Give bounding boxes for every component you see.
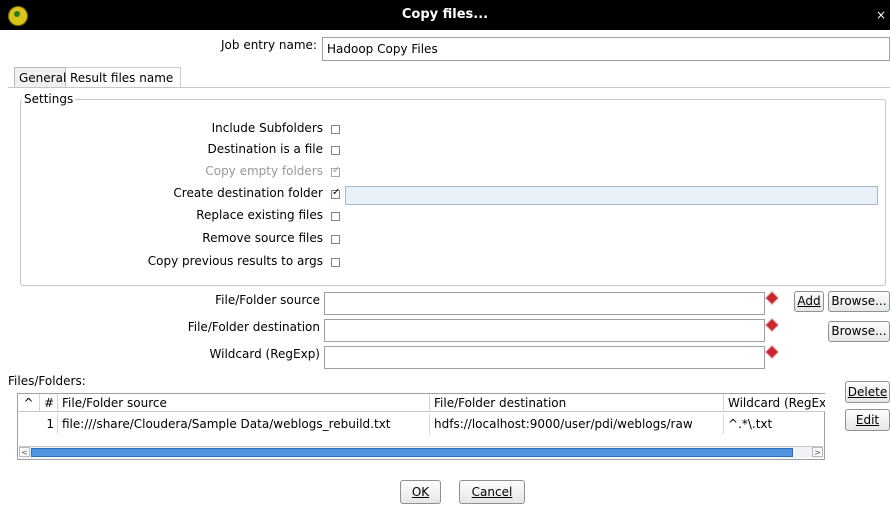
- ok-button[interactable]: OK: [400, 480, 441, 504]
- row-number-cell: 1: [40, 414, 58, 434]
- wildcard-label: Wildcard (RegExp): [209, 347, 320, 361]
- cancel-button-label: Cancel: [471, 485, 513, 499]
- job-entry-name-input[interactable]: [323, 38, 889, 60]
- scroll-right-icon[interactable]: >: [812, 447, 823, 457]
- scroll-left-icon[interactable]: <: [19, 447, 30, 457]
- window-title: Copy files...: [401, 7, 489, 22]
- title-bar: Copy files... ×: [0, 0, 890, 30]
- required-marker-icon: [766, 346, 778, 358]
- close-icon[interactable]: ×: [876, 0, 886, 30]
- include-subfolders-label: Include Subfolders: [211, 121, 323, 135]
- job-entry-name-label: Job entry name:: [221, 38, 317, 52]
- source-column-header[interactable]: File/Folder source: [58, 394, 430, 412]
- row-number-column-header[interactable]: #: [40, 394, 58, 412]
- file-folder-source-label: File/Folder source: [215, 293, 320, 307]
- copy-previous-results-label: Copy previous results to args: [147, 254, 323, 268]
- edit-button-label: Edit: [855, 413, 880, 427]
- wildcard-column-header[interactable]: Wildcard (RegExp): [724, 394, 825, 412]
- wildcard-field[interactable]: [324, 346, 765, 369]
- include-subfolders-checkbox[interactable]: [331, 125, 340, 134]
- remove-source-files-checkbox[interactable]: [331, 235, 340, 244]
- settings-group-label: Settings: [22, 92, 76, 106]
- scroll-thumb[interactable]: [31, 448, 793, 457]
- file-folder-destination-label: File/Folder destination: [187, 320, 320, 334]
- replace-existing-files-checkbox[interactable]: [331, 212, 340, 221]
- edit-button[interactable]: Edit: [845, 409, 890, 431]
- ok-button-label: OK: [411, 485, 430, 499]
- browse-destination-button[interactable]: Browse...: [828, 321, 890, 342]
- copy-previous-results-checkbox[interactable]: [331, 258, 340, 267]
- tab-result-files-name[interactable]: Result files name: [66, 67, 181, 87]
- add-button[interactable]: Add: [794, 291, 824, 312]
- destination-column-header[interactable]: File/Folder destination: [430, 394, 724, 412]
- destination-cell[interactable]: hdfs://localhost:9000/user/pdi/weblogs/r…: [430, 414, 724, 434]
- remove-source-files-label: Remove source files: [202, 231, 323, 245]
- files-folders-label: Files/Folders:: [8, 374, 86, 388]
- horizontal-scrollbar[interactable]: < >: [19, 446, 823, 458]
- required-marker-icon: [766, 292, 778, 304]
- wildcard-cell[interactable]: ^.*\.txt: [724, 414, 825, 434]
- cancel-button[interactable]: Cancel: [459, 480, 525, 504]
- required-marker-icon: [766, 319, 778, 331]
- copy-empty-folders-checkbox: [331, 165, 340, 177]
- file-folder-source-field[interactable]: [324, 292, 765, 315]
- delete-button[interactable]: Delete: [845, 381, 890, 403]
- destination-folder-field[interactable]: [345, 186, 878, 205]
- tab-general[interactable]: General: [14, 67, 66, 87]
- file-folder-destination-input[interactable]: [325, 320, 764, 341]
- job-entry-name-field[interactable]: [322, 37, 890, 61]
- file-folder-destination-field[interactable]: [324, 319, 765, 342]
- browse-source-button[interactable]: Browse...: [828, 291, 890, 312]
- source-cell[interactable]: file:///share/Cloudera/Sample Data/weblo…: [58, 414, 430, 434]
- destination-is-file-label: Destination is a file: [207, 142, 323, 156]
- create-destination-folder-label: Create destination folder: [173, 186, 323, 200]
- copy-empty-folders-label: Copy empty folders: [205, 164, 323, 178]
- destination-is-file-checkbox[interactable]: [331, 146, 340, 155]
- replace-existing-files-label: Replace existing files: [196, 208, 323, 222]
- delete-button-label: Delete: [847, 385, 888, 399]
- add-button-label: Add: [797, 294, 821, 308]
- sort-column-header[interactable]: ^: [18, 394, 40, 412]
- wildcard-input[interactable]: [325, 347, 764, 368]
- file-folder-source-input[interactable]: [325, 293, 764, 314]
- files-folders-table: ^ # File/Folder source File/Folder desti…: [17, 393, 825, 460]
- create-destination-folder-checkbox[interactable]: [331, 187, 340, 199]
